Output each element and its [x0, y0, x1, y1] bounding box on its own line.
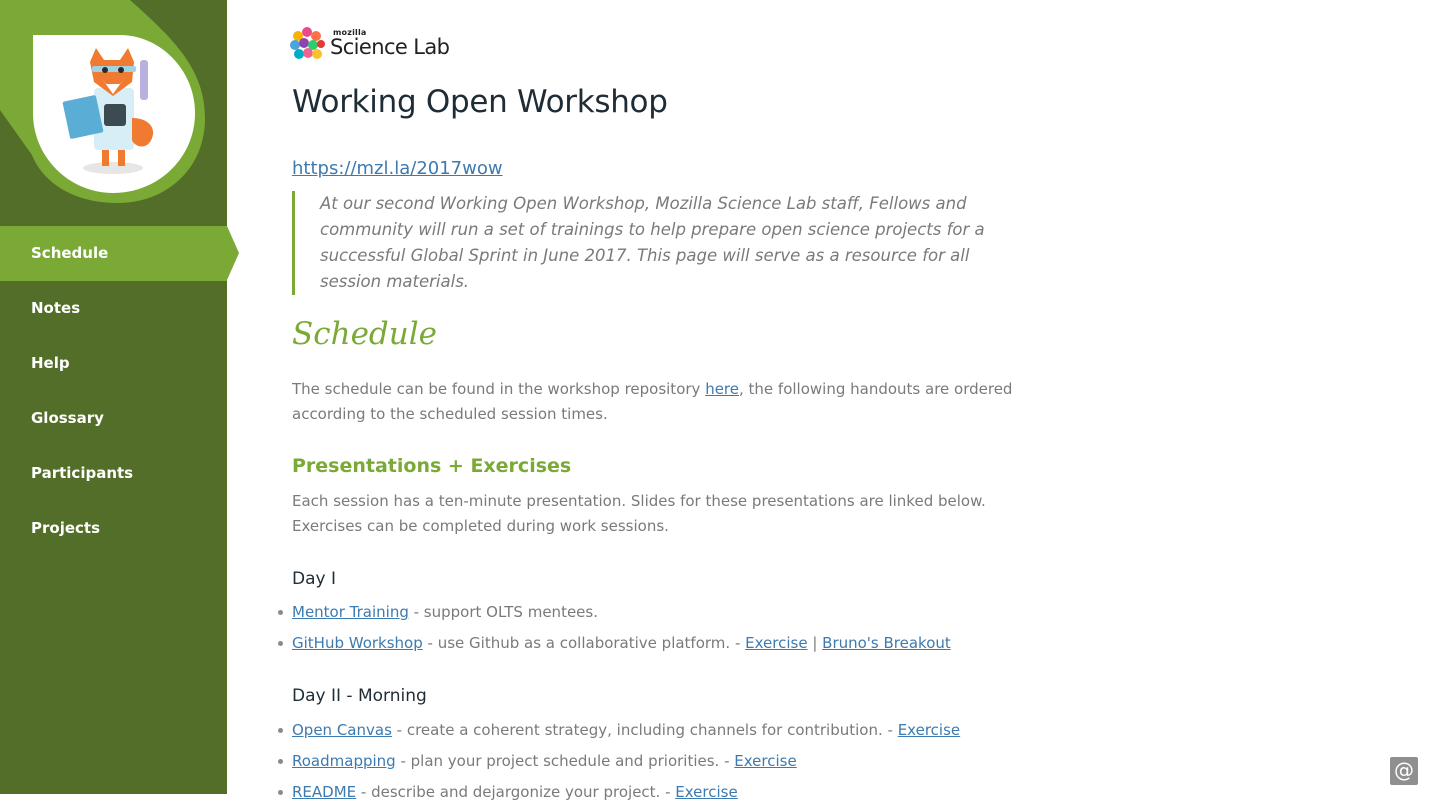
day1-list: Mentor Training - support OLTS mentees. …	[278, 597, 1052, 659]
logo-science-lab-text: Science Lab	[330, 35, 450, 59]
item-description: - plan your project schedule and priorit…	[395, 752, 735, 770]
sidebar: Schedule Notes Help Glossary Participant…	[0, 0, 239, 794]
mozilla-science-lab-logo[interactable]: mozilla Science Lab	[288, 24, 488, 64]
page-title: Working Open Workshop	[292, 84, 668, 120]
presentations-paragraph: Each session has a ten-minute presentati…	[292, 492, 986, 535]
nav-item-help[interactable]: Help	[0, 336, 227, 391]
repository-link[interactable]: here	[705, 380, 739, 398]
nav-item-schedule[interactable]: Schedule	[0, 226, 239, 281]
mentor-training-link[interactable]: Mentor Training	[292, 603, 409, 621]
exercise-link[interactable]: Exercise	[675, 783, 737, 801]
day2-heading: Day II - Morning	[292, 686, 427, 706]
exercise-link[interactable]: Exercise	[745, 634, 807, 652]
separator: |	[807, 634, 823, 652]
mascot-badge	[0, 0, 227, 226]
science-lab-dots-icon	[290, 27, 325, 59]
list-item: README - describe and dejargonize your p…	[278, 777, 1052, 808]
sidebar-nav: Schedule Notes Help Glossary Participant…	[0, 226, 239, 556]
nav-item-participants[interactable]: Participants	[0, 446, 227, 501]
item-description: - support OLTS mentees.	[408, 603, 598, 621]
intro-blockquote: At our second Working Open Workshop, Moz…	[292, 191, 1034, 295]
exercise-link[interactable]: Exercise	[734, 752, 796, 770]
short-link[interactable]: https://mzl.la/2017wow	[292, 158, 503, 179]
list-item: Roadmapping - plan your project schedule…	[278, 746, 1052, 777]
readme-link[interactable]: README	[292, 783, 356, 801]
schedule-text-before: The schedule can be found in the worksho…	[292, 380, 706, 398]
list-item: GitHub Workshop - use Github as a collab…	[278, 628, 1052, 659]
day2-list: Open Canvas - create a coherent strategy…	[278, 715, 1052, 808]
github-workshop-link[interactable]: GitHub Workshop	[292, 634, 423, 652]
at-sign-icon[interactable]: @	[1390, 757, 1418, 785]
day1-heading: Day I	[292, 569, 336, 589]
schedule-heading: Schedule	[292, 316, 437, 352]
list-item: Open Canvas - create a coherent strategy…	[278, 715, 1052, 746]
item-description: - describe and dejargonize your project.…	[356, 783, 676, 801]
open-canvas-link[interactable]: Open Canvas	[292, 721, 392, 739]
exercise-link[interactable]: Exercise	[898, 721, 960, 739]
roadmapping-link[interactable]: Roadmapping	[292, 752, 396, 770]
list-item: Mentor Training - support OLTS mentees.	[278, 597, 1052, 628]
nav-item-glossary[interactable]: Glossary	[0, 391, 227, 446]
sidebar-hero	[0, 0, 227, 226]
schedule-paragraph: The schedule can be found in the worksho…	[292, 377, 1052, 427]
nav-item-projects[interactable]: Projects	[0, 501, 227, 556]
brunos-breakout-link[interactable]: Bruno's Breakout	[822, 634, 951, 652]
item-description: - create a coherent strategy, including …	[391, 721, 898, 739]
nav-item-notes[interactable]: Notes	[0, 281, 227, 336]
presentations-heading: Presentations + Exercises	[292, 455, 572, 477]
item-description: - use Github as a collaborative platform…	[422, 634, 746, 652]
